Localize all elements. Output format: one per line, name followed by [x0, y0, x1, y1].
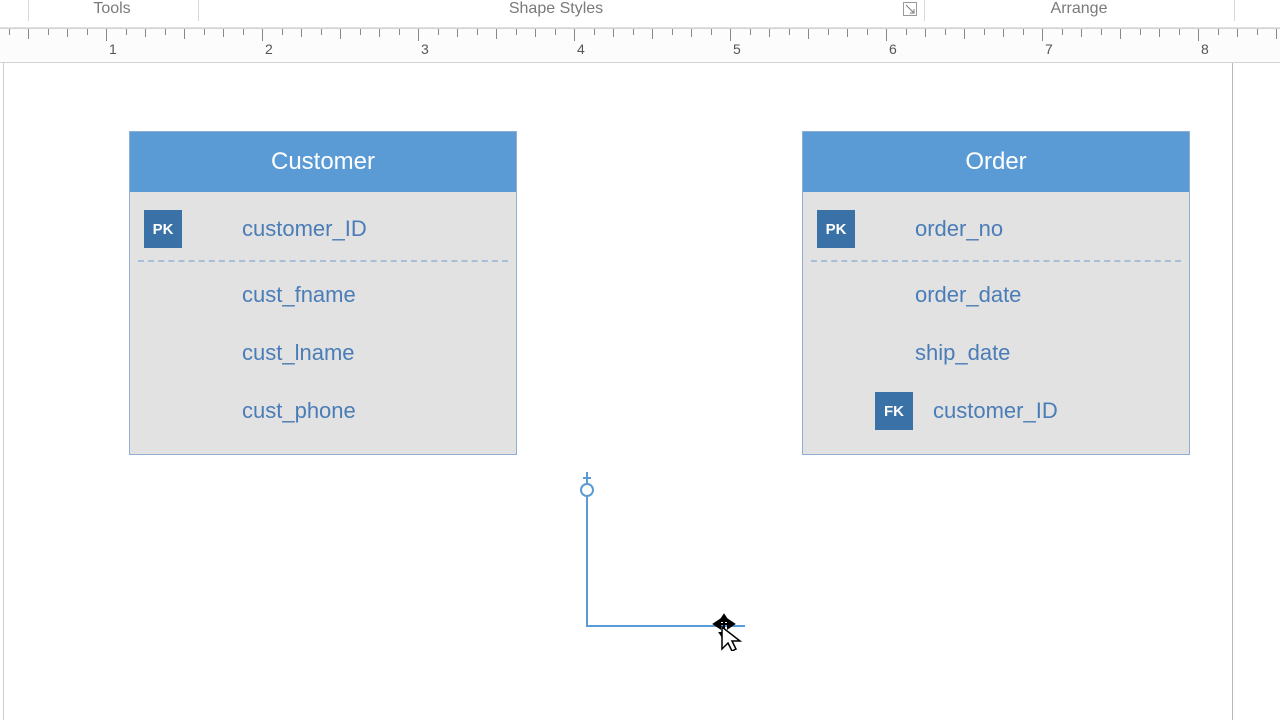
drawing-canvas[interactable]: Customer PK customer_ID cust_fname cust_…: [0, 63, 1280, 720]
field-name: ship_date: [915, 340, 1010, 366]
field-name: cust_fname: [242, 282, 356, 308]
ribbon-group-labels: Tools Shape Styles Arrange: [0, 0, 1280, 28]
table-row[interactable]: cust_lname: [130, 324, 516, 382]
pk-badge: PK: [817, 210, 855, 248]
ruler-label: 2: [265, 41, 273, 57]
ribbon-group-arrange[interactable]: Arrange: [1051, 0, 1108, 18]
table-row[interactable]: PK customer_ID: [130, 200, 516, 258]
ruler-label: 1: [109, 41, 117, 57]
ruler-label: 6: [889, 41, 897, 57]
field-name: cust_lname: [242, 340, 355, 366]
field-name: customer_ID: [242, 216, 367, 242]
key-separator: [138, 260, 508, 262]
page-right-edge: [1232, 63, 1233, 720]
table-row[interactable]: cust_fname: [130, 266, 516, 324]
ruler-label: 5: [733, 41, 741, 57]
entity-customer-title: Customer: [130, 132, 516, 192]
ruler-label: 7: [1045, 41, 1053, 57]
entity-order[interactable]: Order PK order_no order_date ship_date F…: [802, 131, 1190, 455]
table-row[interactable]: PK order_no: [803, 200, 1189, 258]
entity-order-title: Order: [803, 132, 1189, 192]
ruler-label: 4: [577, 41, 585, 57]
table-row[interactable]: FK customer_ID: [803, 382, 1189, 440]
field-name: order_date: [915, 282, 1021, 308]
move-cursor-icon: [708, 611, 748, 656]
entity-customer[interactable]: Customer PK customer_ID cust_fname cust_…: [129, 131, 517, 455]
table-row[interactable]: order_date: [803, 266, 1189, 324]
field-name: cust_phone: [242, 398, 356, 424]
ruler-label: 8: [1201, 41, 1209, 57]
entity-customer-body: PK customer_ID cust_fname cust_lname cus…: [130, 192, 516, 454]
field-name: customer_ID: [933, 398, 1058, 424]
key-separator: [811, 260, 1181, 262]
canvas-left-edge: [0, 63, 4, 720]
ribbon-group-shape-styles[interactable]: Shape Styles: [509, 0, 603, 18]
ruler-label: 3: [421, 41, 429, 57]
table-row[interactable]: cust_phone: [130, 382, 516, 440]
table-row[interactable]: ship_date: [803, 324, 1189, 382]
relationship-connector[interactable]: [575, 468, 750, 633]
pk-badge: PK: [144, 210, 182, 248]
fk-badge: FK: [875, 392, 913, 430]
entity-order-body: PK order_no order_date ship_date FK cust…: [803, 192, 1189, 454]
dialog-launcher-icon[interactable]: [903, 2, 917, 16]
horizontal-ruler[interactable]: 1 2 3 4 5 6 7 8: [0, 28, 1280, 63]
field-name: order_no: [915, 216, 1003, 242]
ribbon-group-tools[interactable]: Tools: [93, 0, 130, 18]
